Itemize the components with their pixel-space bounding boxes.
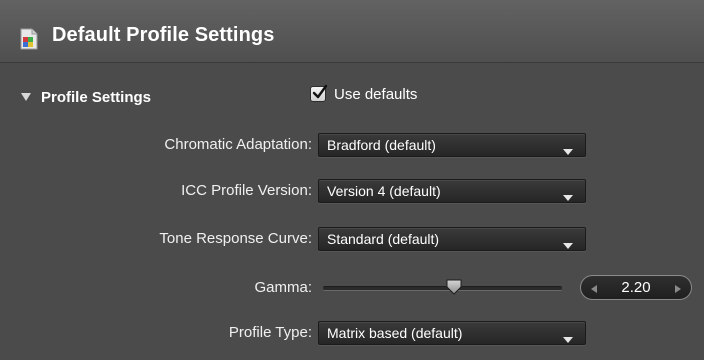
gamma-label: Gamma:: [254, 279, 312, 296]
chevron-down-icon: [562, 331, 574, 343]
profile-type-value: Matrix based (default): [327, 325, 463, 341]
profile-type-select[interactable]: Matrix based (default): [318, 321, 586, 345]
gamma-value[interactable]: 2.20: [611, 279, 661, 296]
icc-profile-version-value: Version 4 (default): [327, 183, 441, 199]
chevron-down-icon: [562, 189, 574, 201]
disclosure-triangle-icon[interactable]: [20, 90, 32, 102]
chevron-down-icon: [562, 237, 574, 249]
tone-response-curve-value: Standard (default): [327, 231, 440, 247]
tone-response-curve-label: Tone Response Curve:: [159, 230, 312, 247]
profile-document-icon: [19, 28, 39, 50]
checkmark-icon: [312, 84, 328, 99]
profile-type-label: Profile Type:: [228, 324, 312, 341]
gamma-slider-thumb[interactable]: [445, 278, 463, 296]
gamma-slider-track[interactable]: [323, 286, 562, 291]
panel-header: Default Profile Settings: [0, 0, 704, 63]
increment-arrow-icon[interactable]: [673, 282, 683, 294]
gamma-stepper[interactable]: 2.20: [580, 275, 692, 300]
page-title: Default Profile Settings: [52, 24, 275, 46]
tone-response-curve-select[interactable]: Standard (default): [318, 227, 586, 251]
decrement-arrow-icon[interactable]: [589, 282, 599, 294]
section-title: Profile Settings: [41, 89, 152, 106]
use-defaults-label: Use defaults: [334, 86, 418, 103]
chevron-down-icon: [562, 143, 574, 155]
chromatic-adaptation-value: Bradford (default): [327, 137, 436, 153]
use-defaults-checkbox[interactable]: [310, 84, 328, 102]
chromatic-adaptation-select[interactable]: Bradford (default): [318, 133, 586, 157]
icc-profile-version-select[interactable]: Version 4 (default): [318, 179, 586, 203]
chromatic-adaptation-label: Chromatic Adaptation:: [164, 136, 312, 153]
default-profile-settings-panel: Default Profile Settings Profile Setting…: [0, 0, 704, 360]
icc-profile-version-label: ICC Profile Version:: [181, 182, 312, 199]
